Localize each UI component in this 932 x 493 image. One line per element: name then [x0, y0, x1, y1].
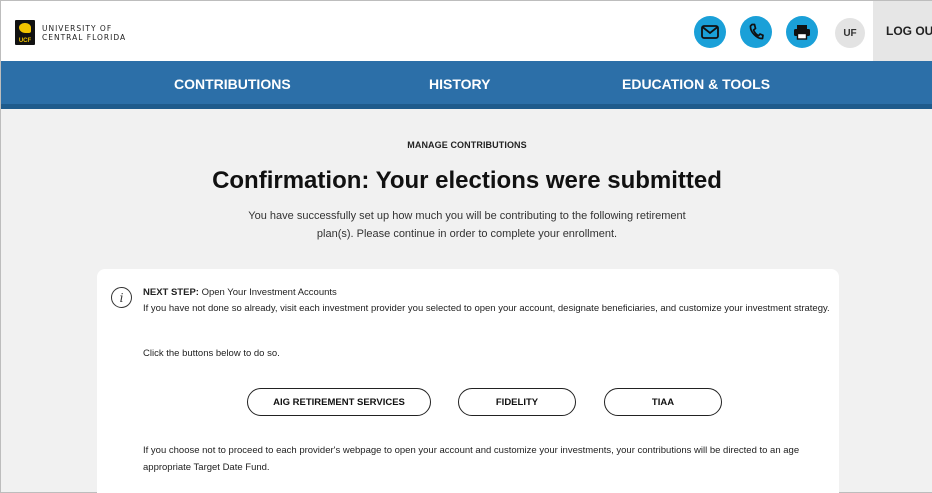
mail-icon: [701, 25, 719, 39]
logo-line-1: UNIVERSITY OF: [42, 23, 113, 33]
top-header: UCF UNIVERSITY OF CENTRAL FLORIDA UF LOG…: [1, 1, 932, 61]
nav-education-tools[interactable]: EDUCATION & TOOLS: [622, 76, 770, 92]
avatar[interactable]: UF: [835, 18, 865, 48]
next-step-title: Open Your Investment Accounts: [198, 287, 337, 298]
print-button[interactable]: [786, 16, 818, 48]
logo-mark-text: UCF: [18, 38, 32, 44]
phone-icon: [749, 23, 764, 40]
target-date-fund-note: If you choose not to proceed to each pro…: [143, 445, 800, 473]
phone-button[interactable]: [740, 16, 772, 48]
fidelity-button[interactable]: FIDELITY: [458, 388, 576, 416]
tiaa-button[interactable]: TIAA: [604, 388, 722, 416]
next-step-heading: NEXT STEP: Open Your Investment Accounts: [143, 287, 337, 298]
nav-history[interactable]: HISTORY: [429, 76, 490, 92]
nav-contributions[interactable]: CONTRIBUTIONS: [174, 76, 291, 92]
aig-retirement-services-button[interactable]: AIG RETIREMENT SERVICES: [247, 388, 431, 416]
main-nav: CONTRIBUTIONS HISTORY EDUCATION & TOOLS: [1, 61, 932, 109]
next-step-label: NEXT STEP:: [143, 287, 199, 298]
logout-button[interactable]: LOG OUT: [873, 1, 932, 61]
ucf-logo[interactable]: UCF UNIVERSITY OF CENTRAL FLORIDA: [15, 20, 126, 45]
page-subtitle: You have successfully set up how much yo…: [248, 210, 686, 240]
mail-button[interactable]: [694, 16, 726, 48]
pegasus-logo-icon: UCF: [15, 20, 35, 45]
click-hint: Click the buttons below to do so.: [143, 348, 280, 359]
logo-wordmark: UNIVERSITY OF CENTRAL FLORIDA: [42, 24, 126, 42]
page-title: Confirmation: Your elections were submit…: [212, 167, 722, 194]
section-eyebrow: MANAGE CONTRIBUTIONS: [407, 140, 527, 150]
page-frame: UCF UNIVERSITY OF CENTRAL FLORIDA UF LOG…: [0, 0, 932, 493]
next-step-card: i NEXT STEP: Open Your Investment Accoun…: [97, 269, 839, 493]
print-icon: [794, 25, 810, 40]
next-step-body: If you have not done so already, visit e…: [143, 303, 830, 314]
logo-line-2: CENTRAL FLORIDA: [42, 32, 127, 42]
info-icon: i: [111, 287, 132, 308]
